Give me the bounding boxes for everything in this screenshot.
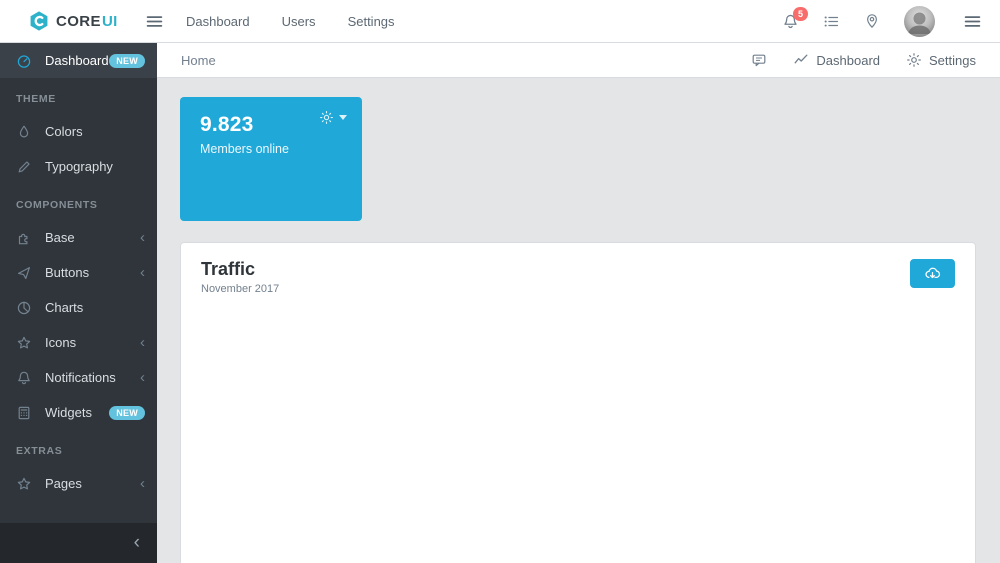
- sidebar-minimizer-button[interactable]: ‹: [0, 523, 157, 563]
- chevron-left-icon: ‹: [140, 230, 145, 245]
- nav-link-users[interactable]: Users: [282, 14, 316, 29]
- sidebar: DashboardNEWTHEMEColorsTypographyCOMPONE…: [0, 43, 157, 563]
- brand-text-ui: UI: [102, 13, 118, 30]
- location-pin-icon: [864, 13, 880, 29]
- caret-down-icon: [339, 115, 347, 120]
- sidebar-toggle-button[interactable]: [139, 6, 170, 37]
- gear-icon: [906, 52, 922, 68]
- sidebar-item-base[interactable]: Base ‹: [0, 220, 157, 255]
- sidebar-item-buttons[interactable]: Buttons ‹: [0, 255, 157, 290]
- pencil-icon: [16, 159, 32, 175]
- stat-card-menu-button[interactable]: [319, 110, 347, 125]
- sidebar-item-charts[interactable]: Charts: [0, 290, 157, 325]
- stat-card-1: 9.823Members online: [180, 97, 362, 221]
- calculator-icon: [16, 405, 32, 421]
- tasks-list-button[interactable]: [823, 13, 840, 30]
- breadcrumb-settings-label: Settings: [929, 53, 976, 68]
- sidebar-item-label: Pages: [45, 476, 82, 491]
- star-icon: [16, 335, 32, 351]
- chevron-left-icon: ‹: [140, 476, 145, 491]
- pie-icon: [16, 300, 32, 316]
- chat-icon: [751, 52, 767, 68]
- user-avatar[interactable]: [904, 6, 935, 37]
- sidebar-item-label: Dashboard: [45, 53, 109, 68]
- chevron-left-icon: ‹: [140, 335, 145, 350]
- brand-text-core: CORE: [56, 13, 101, 30]
- sidebar-item-icons[interactable]: Icons ‹: [0, 325, 157, 360]
- traffic-chart: [201, 307, 958, 545]
- traffic-card-header: Traffic November 2017: [181, 243, 975, 295]
- breadcrumb-actions: Dashboard Settings: [751, 52, 976, 68]
- breadcrumb-settings-link[interactable]: Settings: [906, 52, 976, 68]
- sidebar-section-title: THEME: [0, 78, 157, 114]
- aside-menu-toggle-button[interactable]: [959, 8, 986, 35]
- download-button[interactable]: [910, 259, 955, 288]
- sidebar-item-typography[interactable]: Typography: [0, 149, 157, 184]
- star-icon: [16, 476, 32, 492]
- traffic-card: Traffic November 2017: [180, 242, 976, 563]
- brand-logo[interactable]: CORE UI: [0, 10, 157, 32]
- notifications-count-badge: 5: [793, 7, 808, 21]
- sidebar-item-dashboard[interactable]: DashboardNEW: [0, 43, 157, 78]
- list-icon: [823, 13, 840, 30]
- stat-card-sparkline: [196, 165, 346, 211]
- chevron-left-icon: ‹: [140, 265, 145, 280]
- sidebar-item-pages[interactable]: Pages ‹: [0, 466, 157, 501]
- cloud-download-icon: [924, 265, 941, 282]
- breadcrumb: Home Dashboard Settings: [157, 43, 1000, 78]
- sidebar-item-label: Colors: [45, 124, 83, 139]
- puzzle-icon: [16, 230, 32, 246]
- trend-chart-icon: [793, 52, 809, 68]
- gear-icon: [319, 110, 334, 125]
- navbar-right-tools: 5: [782, 6, 1000, 37]
- nav-link-dashboard[interactable]: Dashboard: [186, 14, 250, 29]
- sidebar-nav: DashboardNEWTHEMEColorsTypographyCOMPONE…: [0, 43, 157, 523]
- location-button[interactable]: [864, 13, 880, 29]
- avatar-portrait: [904, 6, 935, 37]
- sidebar-item-label: Icons: [45, 335, 76, 350]
- sidebar-item-widgets[interactable]: Widgets NEW: [0, 395, 157, 430]
- top-nav-links: Dashboard Users Settings: [186, 14, 395, 29]
- sidebar-item-label: Typography: [45, 159, 113, 174]
- messages-link[interactable]: [751, 52, 767, 68]
- coreui-logo-icon: [28, 10, 50, 32]
- breadcrumb-dashboard-label: Dashboard: [816, 53, 880, 68]
- traffic-controls: [897, 259, 955, 288]
- sidebar-item-label: Notifications: [45, 370, 116, 385]
- stat-cards-row: 9.823Members online: [180, 97, 976, 221]
- nav-link-settings[interactable]: Settings: [348, 14, 395, 29]
- top-navbar: CORE UI Dashboard Users Settings 5: [0, 0, 1000, 43]
- sidebar-section-title: EXTRAS: [0, 430, 157, 466]
- content: 9.823Members online Traffic November 201…: [157, 78, 1000, 563]
- traffic-subtitle: November 2017: [201, 283, 279, 295]
- stat-card-label: Members online: [180, 137, 362, 156]
- sidebar-section-title: COMPONENTS: [0, 184, 157, 220]
- notifications-button[interactable]: 5: [782, 13, 799, 30]
- breadcrumb-home-link[interactable]: Home: [181, 53, 216, 68]
- sidebar-item-label: Charts: [45, 300, 83, 315]
- new-badge: NEW: [109, 406, 145, 420]
- main-area: Home Dashboard Settings 9.823Members onl…: [157, 43, 1000, 563]
- speedometer-icon: [16, 53, 32, 69]
- traffic-title: Traffic: [201, 259, 279, 280]
- bell-icon: [16, 370, 32, 386]
- sidebar-item-notifications[interactable]: Notifications ‹: [0, 360, 157, 395]
- hamburger-icon: [145, 12, 164, 31]
- sidebar-item-label: Widgets: [45, 405, 92, 420]
- breadcrumb-dashboard-link[interactable]: Dashboard: [793, 52, 880, 68]
- hamburger-icon: [963, 12, 982, 31]
- sidebar-item-colors[interactable]: Colors: [0, 114, 157, 149]
- new-badge: NEW: [109, 54, 145, 68]
- cursor-icon: [16, 265, 32, 281]
- sidebar-item-label: Buttons: [45, 265, 89, 280]
- sidebar-item-label: Base: [45, 230, 75, 245]
- chevron-left-icon: ‹: [140, 370, 145, 385]
- drop-icon: [16, 124, 32, 140]
